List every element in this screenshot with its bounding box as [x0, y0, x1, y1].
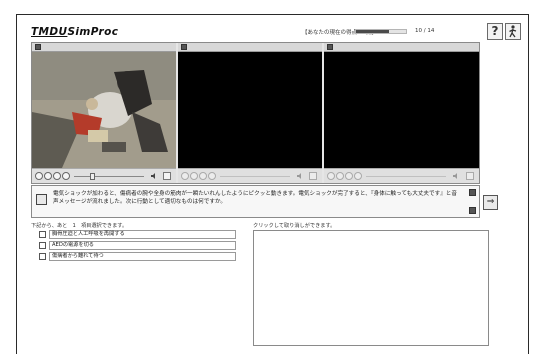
panel-title-bar — [178, 43, 322, 52]
fullscreen-button[interactable] — [163, 172, 171, 180]
person-exit-icon — [509, 25, 517, 38]
volume-icon[interactable] — [296, 172, 304, 180]
video-screen[interactable] — [324, 52, 479, 168]
volume-icon[interactable] — [150, 172, 158, 180]
stop-button[interactable] — [208, 172, 216, 180]
rewind-button[interactable] — [35, 172, 43, 180]
scroll-up-button[interactable] — [469, 189, 476, 196]
player-controls — [178, 168, 322, 183]
video-screen[interactable] — [32, 52, 176, 168]
fullscreen-button[interactable] — [466, 172, 474, 180]
player-controls — [32, 168, 176, 183]
video-panel-1 — [32, 43, 176, 183]
pause-button[interactable] — [53, 172, 61, 180]
selected-answers-box[interactable] — [253, 230, 489, 346]
scroll-down-button[interactable] — [469, 207, 476, 214]
stop-button[interactable] — [62, 172, 70, 180]
app-frame: TMDUSimProc 【あなたの現在の得点 20点】 10 / 14 ? 電気… — [16, 14, 529, 354]
logo-suffix: SimProc — [67, 26, 119, 38]
video-screen[interactable] — [178, 52, 322, 168]
volume-icon[interactable] — [452, 172, 460, 180]
choice-checkbox[interactable] — [39, 231, 46, 238]
help-button[interactable]: ? — [487, 23, 503, 40]
video-panels — [31, 42, 480, 184]
panel-title-bar — [32, 43, 176, 52]
selection-instruction: 下記から、あと 1 項目選択できます。 — [31, 223, 128, 229]
choice-item[interactable]: 傷病者から離れて待つ — [39, 252, 236, 262]
video-panel-2 — [178, 43, 322, 183]
fullscreen-button[interactable] — [309, 172, 317, 180]
choice-label[interactable]: AEDの電源を切る — [49, 241, 236, 250]
pause-button[interactable] — [345, 172, 353, 180]
choice-item[interactable]: 胸骨圧迫と人工呼吸を再開する — [39, 230, 236, 240]
rewind-button[interactable] — [327, 172, 335, 180]
choice-item[interactable]: AEDの電源を切る — [39, 241, 236, 251]
panel-title-bar — [324, 43, 479, 52]
play-button[interactable] — [44, 172, 52, 180]
seek-track[interactable] — [74, 176, 144, 177]
panel-marker-icon — [327, 44, 333, 50]
video-frame-image — [32, 52, 176, 168]
progress-bar — [355, 29, 407, 34]
progress-fill — [356, 30, 389, 33]
video-panel-3 — [324, 43, 479, 183]
stop-button[interactable] — [354, 172, 362, 180]
app-logo: TMDUSimProc — [31, 26, 118, 38]
rewind-button[interactable] — [181, 172, 189, 180]
choice-label[interactable]: 傷病者から離れて待つ — [49, 252, 236, 261]
player-controls — [324, 168, 479, 183]
play-button[interactable] — [336, 172, 344, 180]
choice-label[interactable]: 胸骨圧迫と人工呼吸を再開する — [49, 230, 236, 239]
choice-checkbox[interactable] — [39, 253, 46, 260]
seek-track[interactable] — [220, 176, 290, 177]
play-button[interactable] — [190, 172, 198, 180]
cancel-instruction: クリックして取り消しができます。 — [253, 223, 336, 229]
panel-marker-icon — [35, 44, 41, 50]
pause-button[interactable] — [199, 172, 207, 180]
question-area: 電気ショックが加わると、傷病者の腕や全身の筋肉が一瞬たいれんしたようにピクッと動… — [31, 185, 480, 218]
exit-button[interactable] — [505, 23, 521, 40]
choice-checkbox[interactable] — [39, 242, 46, 249]
question-text: 電気ショックが加わると、傷病者の腕や全身の筋肉が一瞬たいれんしたようにピクッと動… — [53, 191, 457, 205]
next-arrow-button[interactable]: ⇒ — [483, 195, 498, 210]
question-icon — [36, 194, 47, 205]
panel-marker-icon — [181, 44, 187, 50]
page-counter: 10 / 14 — [415, 28, 435, 34]
choice-list: 胸骨圧迫と人工呼吸を再開する AEDの電源を切る 傷病者から離れて待つ — [39, 230, 236, 263]
logo-main: TMDU — [31, 26, 68, 38]
seek-knob[interactable] — [90, 173, 95, 180]
seek-track[interactable] — [366, 176, 446, 177]
